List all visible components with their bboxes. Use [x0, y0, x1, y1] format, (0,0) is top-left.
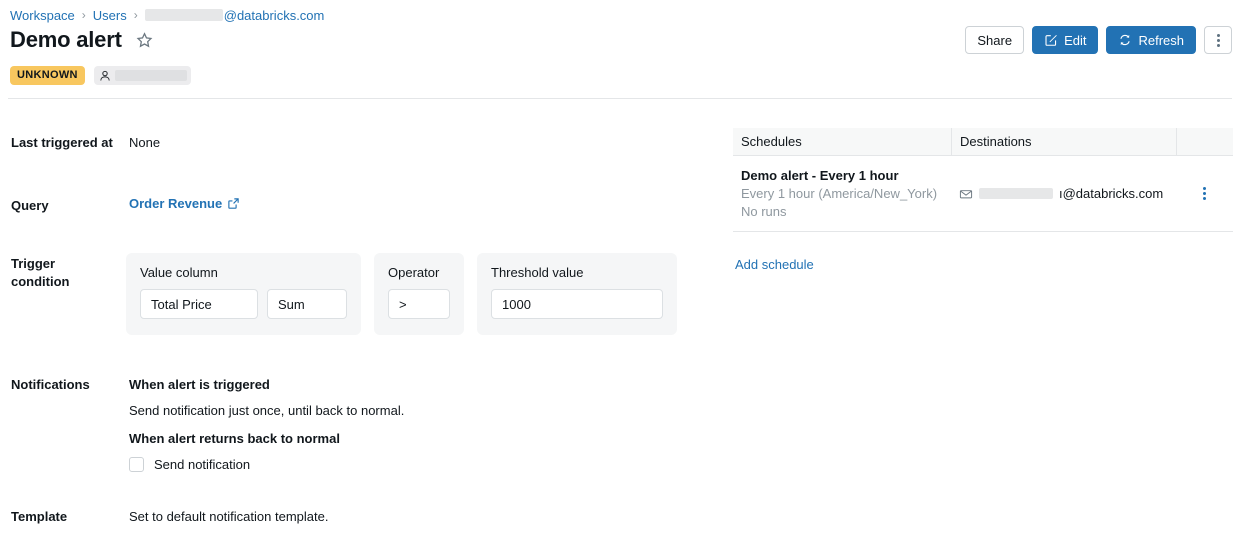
- schedules-table-header: Schedules Destinations: [733, 128, 1233, 156]
- owner-redacted-name: [115, 70, 187, 81]
- table-row[interactable]: Demo alert - Every 1 hour Every 1 hour (…: [733, 156, 1233, 232]
- value-column-fields: Total Price Sum: [140, 289, 347, 319]
- refresh-icon: [1118, 33, 1132, 47]
- template-label: Template: [11, 508, 121, 526]
- schedule-cell: Demo alert - Every 1 hour Every 1 hour (…: [733, 159, 951, 229]
- schedule-row-menu-button[interactable]: [1193, 182, 1217, 206]
- send-notification-checkbox[interactable]: [129, 457, 144, 472]
- threshold-panel-label: Threshold value: [491, 265, 663, 281]
- when-triggered-heading: When alert is triggered: [129, 376, 689, 393]
- column-header-schedules: Schedules: [733, 128, 951, 155]
- trigger-condition-label: Trigger condition: [11, 255, 116, 291]
- send-notification-label: Send notification: [154, 457, 250, 472]
- last-triggered-value: None: [129, 134, 160, 152]
- query-label: Query: [11, 197, 121, 215]
- query-link[interactable]: Order Revenue: [129, 196, 240, 211]
- query-link-label: Order Revenue: [129, 196, 222, 211]
- operator-panel-label: Operator: [388, 265, 450, 281]
- operator-select[interactable]: >: [388, 289, 450, 319]
- send-notification-row: Send notification: [129, 457, 689, 472]
- schedules-table: Schedules Destinations Demo alert - Ever…: [733, 128, 1233, 232]
- share-button-label: Share: [977, 33, 1012, 48]
- refresh-button[interactable]: Refresh: [1106, 26, 1196, 54]
- edit-button-label: Edit: [1064, 33, 1086, 48]
- destination-email: ı@databricks.com: [1059, 186, 1163, 201]
- add-schedule-link[interactable]: Add schedule: [735, 257, 814, 272]
- column-header-actions: [1176, 128, 1233, 155]
- status-row: UNKNOWN: [10, 66, 191, 85]
- external-link-icon: [227, 197, 240, 210]
- operator-fields: >: [388, 289, 450, 319]
- value-column-select[interactable]: Total Price: [140, 289, 258, 319]
- page-title: Demo alert: [10, 26, 122, 54]
- kebab-vertical-icon: [1217, 34, 1220, 47]
- notifications-label: Notifications: [11, 376, 121, 394]
- aggregation-select[interactable]: Sum: [267, 289, 347, 319]
- header-actions: Share Edit Refresh: [965, 26, 1232, 54]
- owner-chip: [94, 66, 191, 85]
- more-options-button[interactable]: [1204, 26, 1232, 54]
- kebab-vertical-icon: [1203, 187, 1206, 200]
- envelope-icon: [959, 187, 973, 201]
- schedule-runs: No runs: [741, 203, 943, 221]
- trigger-condition-area: Value column Total Price Sum Operator > …: [126, 253, 677, 335]
- last-triggered-label: Last triggered at: [11, 134, 121, 152]
- breadcrumb-item-workspace[interactable]: Workspace: [10, 8, 75, 23]
- column-header-destinations: Destinations: [951, 128, 1176, 155]
- notifications-block: When alert is triggered Send notificatio…: [129, 376, 689, 472]
- destination-cell: ı@databricks.com: [951, 186, 1176, 201]
- user-icon: [98, 69, 112, 83]
- when-normal-heading: When alert returns back to normal: [129, 430, 689, 447]
- breadcrumb-item-users[interactable]: Users: [93, 8, 127, 23]
- breadcrumb-item-user-email[interactable]: @databricks.com: [224, 8, 325, 23]
- breadcrumb-separator: ›: [134, 8, 138, 22]
- header-divider: [8, 98, 1232, 99]
- title-row: Demo alert: [10, 26, 156, 54]
- operator-panel: Operator >: [374, 253, 464, 335]
- refresh-button-label: Refresh: [1138, 33, 1184, 48]
- edit-button[interactable]: Edit: [1032, 26, 1098, 54]
- pencil-square-icon: [1044, 33, 1058, 47]
- template-value: Set to default notification template.: [129, 508, 328, 526]
- destination-redacted-username: [979, 188, 1053, 199]
- threshold-panel: Threshold value 1000: [477, 253, 677, 335]
- share-button[interactable]: Share: [965, 26, 1024, 54]
- schedule-cadence: Every 1 hour (America/New_York): [741, 185, 943, 203]
- status-badge: UNKNOWN: [10, 66, 85, 85]
- when-triggered-text: Send notification just once, until back …: [129, 402, 689, 419]
- favorite-star-icon[interactable]: [134, 29, 156, 51]
- threshold-input[interactable]: 1000: [491, 289, 663, 319]
- breadcrumb: Workspace › Users › @databricks.com: [10, 6, 324, 24]
- breadcrumb-redacted-username: [145, 9, 223, 21]
- schedule-name: Demo alert - Every 1 hour: [741, 167, 943, 185]
- row-actions-cell: [1176, 182, 1233, 206]
- breadcrumb-separator: ›: [82, 8, 86, 22]
- threshold-fields: 1000: [491, 289, 663, 319]
- value-column-panel: Value column Total Price Sum: [126, 253, 361, 335]
- value-column-panel-label: Value column: [140, 265, 347, 281]
